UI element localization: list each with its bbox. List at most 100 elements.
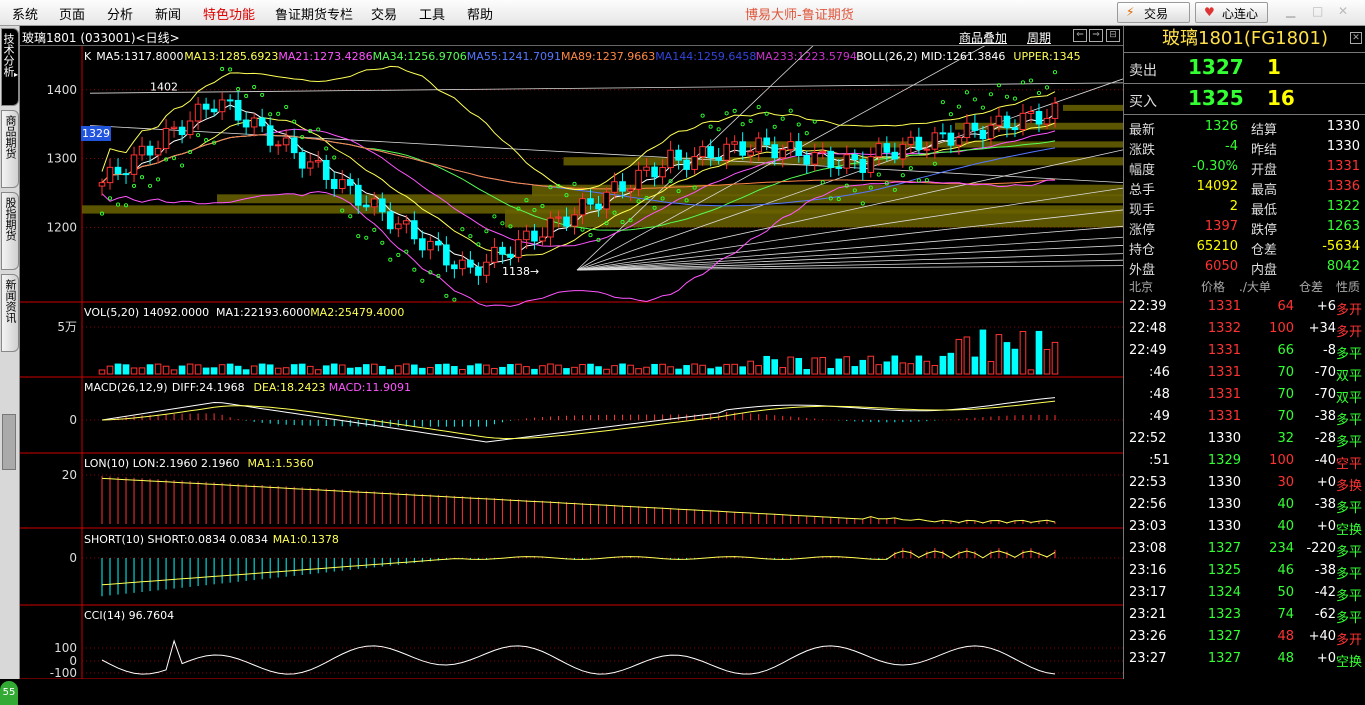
menu-tools[interactable]: 工具 <box>419 4 445 23</box>
period-button[interactable]: 周期 <box>1027 29 1051 46</box>
volume-bar <box>242 369 250 375</box>
trade-volume: 70 <box>1277 409 1294 424</box>
price-tick-label: 1200 <box>46 220 77 234</box>
chart-area[interactable]: 1400 1300 1200 K MA5:1317.8000 MA13:1285.6923… <box>20 46 1123 679</box>
trade-row[interactable]: 23:26 1327 48 +40 多开 <box>1124 626 1365 648</box>
trade-row[interactable]: 22:49 1331 66 -8 多平 <box>1124 340 1365 362</box>
candle-body <box>467 259 474 268</box>
trade-button[interactable]: ⚡ 交易 <box>1117 2 1190 23</box>
sar-dot <box>412 267 417 272</box>
lon-legend-item: MA1:1.5360 <box>248 457 314 470</box>
trade-row[interactable]: :49 1331 70 -38 多平 <box>1124 406 1365 428</box>
volume-bar <box>691 363 698 375</box>
trade-row[interactable]: 23:03 1330 40 +0 空换 <box>1124 516 1365 538</box>
panel-close-icon[interactable]: ✕ <box>1350 32 1362 44</box>
stat-value: 1322 <box>1326 199 1360 214</box>
tab-commodity-futures[interactable]: 商品期货 <box>1 110 19 188</box>
volume-bar <box>395 365 402 375</box>
menu-system[interactable]: 系统 <box>12 4 38 23</box>
tab-news[interactable]: 新闻资讯 <box>1 274 19 352</box>
scroll-right-icon[interactable]: ⇒ <box>1089 29 1103 42</box>
candle-body <box>763 137 770 146</box>
candle-body <box>234 99 242 121</box>
volume-bar <box>1011 348 1019 375</box>
overlay-button[interactable]: 商品叠加 <box>959 29 1007 46</box>
xinlian-button[interactable]: ♥ 心连心 <box>1195 2 1268 23</box>
close-icon[interactable]: ✕ <box>1338 4 1348 18</box>
menu-analysis[interactable]: 分析 <box>107 4 133 23</box>
volume-bar <box>435 364 442 375</box>
volume-bar <box>843 356 851 375</box>
candle-body <box>483 261 490 276</box>
volume-bar <box>250 365 258 375</box>
volume-bar <box>186 363 194 375</box>
trade-row[interactable]: 22:56 1330 40 -38 多平 <box>1124 494 1365 516</box>
trade-row[interactable]: 22:53 1330 30 +0 多换 <box>1124 472 1365 494</box>
volume-bar <box>947 352 955 375</box>
macd-tick-label: 0 <box>69 413 77 427</box>
tab-technical-analysis[interactable]: 技术分析▸ <box>1 28 19 106</box>
stat-label: 结算 <box>1251 123 1278 138</box>
volume-bar <box>491 367 498 375</box>
sar-dot <box>396 252 401 258</box>
trade-row[interactable]: 22:39 1331 64 +6 多开 <box>1124 296 1365 318</box>
trade-time: :51 <box>1149 453 1170 468</box>
trade-row[interactable]: :48 1331 70 -70 双平 <box>1124 384 1365 406</box>
volume-bar <box>346 367 354 375</box>
trade-row[interactable]: 23:08 1327 234 -220 多平 <box>1124 538 1365 560</box>
trade-volume: 30 <box>1277 475 1294 490</box>
candle-body <box>362 204 370 208</box>
menu-news[interactable]: 新闻 <box>155 4 181 23</box>
scroll-left-icon[interactable]: ⇐ <box>1073 29 1087 42</box>
trade-volume: 234 <box>1269 541 1294 556</box>
candle-body <box>515 239 522 258</box>
trade-row[interactable]: :46 1331 70 -70 双平 <box>1124 362 1365 384</box>
trade-row[interactable]: 23:17 1324 50 -42 多平 <box>1124 582 1365 604</box>
sar-dot <box>988 92 993 97</box>
trade-type: 多平 <box>1336 435 1363 450</box>
candle-body <box>739 141 746 156</box>
volume-bar <box>675 368 682 375</box>
menu-special[interactable]: 特色功能 <box>203 4 255 23</box>
chart-title: 玻璃1801 (033001)<日线> <box>22 31 180 45</box>
volume-bar <box>218 364 226 375</box>
tab-index-futures[interactable]: 股指期货 <box>1 192 19 270</box>
trade-row[interactable]: :51 1329 100 -40 空平 <box>1124 450 1365 472</box>
trade-time: 23:16 <box>1129 563 1167 578</box>
menu-page[interactable]: 页面 <box>59 4 85 23</box>
sar-dot <box>732 108 737 113</box>
trade-row[interactable]: 22:48 1332 100 +34 多开 <box>1124 318 1365 340</box>
gann-fan-line <box>576 78 1123 271</box>
trade-price: 1325 <box>1207 563 1241 578</box>
trade-row[interactable]: 23:27 1327 48 +0 空换 <box>1124 648 1365 670</box>
stat-value: -4 <box>1225 139 1238 154</box>
trade-oi-change: -38 <box>1314 497 1336 512</box>
volume-bar <box>683 365 690 375</box>
candle-body <box>226 99 234 102</box>
menu-help[interactable]: 帮助 <box>467 4 493 23</box>
trade-volume: 70 <box>1277 365 1294 380</box>
trade-time: :48 <box>1149 387 1170 402</box>
vol-legend-item: VOL(5,20) 14092.0000 <box>84 306 209 319</box>
trade-row[interactable]: 23:21 1323 74 -62 多平 <box>1124 604 1365 626</box>
trade-price: 1331 <box>1207 387 1241 402</box>
maximize-icon[interactable]: □ <box>1312 4 1323 18</box>
trade-row[interactable]: 22:52 1330 32 -28 多平 <box>1124 428 1365 450</box>
zoom-out-icon[interactable]: ⊟ <box>1106 29 1120 42</box>
trade-row[interactable]: 23:16 1325 46 -38 多平 <box>1124 560 1365 582</box>
candle-body <box>475 266 482 276</box>
candle-body <box>971 122 979 131</box>
trade-price: 1327 <box>1207 651 1241 666</box>
candle-body <box>523 230 530 241</box>
trade-price: 1323 <box>1207 607 1241 622</box>
menu-column[interactable]: 鲁证期货专栏 <box>275 4 353 23</box>
menu-trade[interactable]: 交易 <box>371 4 397 23</box>
badge-count[interactable]: 55 <box>0 681 18 705</box>
minimize-icon[interactable]: ▁ <box>1286 4 1295 18</box>
candle-body <box>98 182 106 187</box>
stat-value: 2 <box>1229 199 1238 214</box>
macd-legend-item: MACD(26,12,9) <box>84 381 168 394</box>
volume-bar <box>170 369 178 375</box>
left-scroll-handle[interactable] <box>2 414 16 470</box>
volume-bar <box>130 367 138 375</box>
